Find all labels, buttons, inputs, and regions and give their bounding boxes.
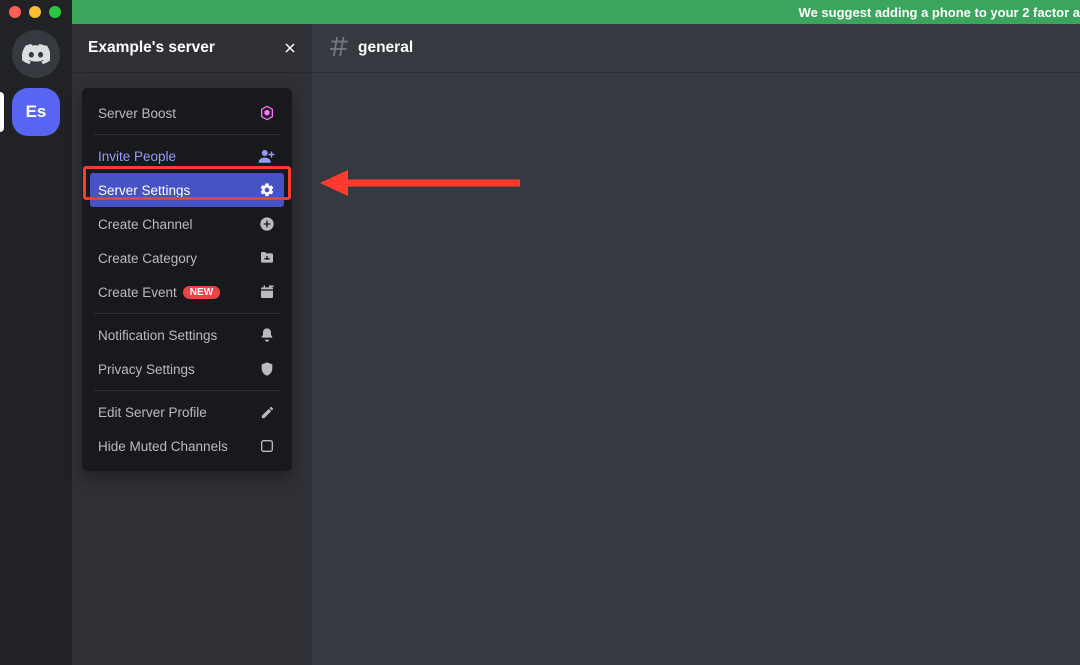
discord-logo-icon	[22, 43, 50, 65]
menu-item-invite-people[interactable]: Invite People	[90, 139, 284, 173]
menu-item-server-boost[interactable]: Server Boost	[90, 96, 284, 130]
menu-item-create-category[interactable]: Create Category	[90, 241, 284, 275]
server-name-label: Example's server	[88, 39, 215, 57]
folder-plus-icon	[258, 249, 276, 267]
channel-header: general	[312, 24, 1080, 72]
plus-circle-icon	[258, 215, 276, 233]
new-badge: NEW	[183, 286, 220, 299]
server-icon-example[interactable]: Es	[12, 88, 60, 136]
menu-item-server-settings[interactable]: Server Settings	[90, 173, 284, 207]
discord-home-button[interactable]	[12, 30, 60, 78]
banner-text: We suggest adding a phone to your 2 fact…	[799, 5, 1080, 20]
calendar-plus-icon	[258, 283, 276, 301]
menu-label: Notification Settings	[98, 328, 217, 343]
hash-icon	[328, 37, 350, 59]
boost-icon	[258, 104, 276, 122]
menu-separator	[94, 390, 280, 391]
checkbox-empty-icon	[258, 437, 276, 455]
menu-item-create-event[interactable]: Create Event NEW	[90, 275, 284, 309]
menu-label: Edit Server Profile	[98, 405, 207, 420]
menu-label: Hide Muted Channels	[98, 439, 228, 454]
channel-name-label: general	[358, 39, 413, 57]
menu-item-notification-settings[interactable]: Notification Settings	[90, 318, 284, 352]
menu-item-privacy-settings[interactable]: Privacy Settings	[90, 352, 284, 386]
bell-icon	[258, 326, 276, 344]
close-icon[interactable]	[282, 40, 298, 56]
menu-item-hide-muted-channels[interactable]: Hide Muted Channels	[90, 429, 284, 463]
menu-separator	[94, 134, 280, 135]
shield-icon	[258, 360, 276, 378]
menu-label: Create Event NEW	[98, 285, 220, 300]
menu-item-edit-server-profile[interactable]: Edit Server Profile	[90, 395, 284, 429]
menu-label: Server Boost	[98, 106, 176, 121]
menu-label: Privacy Settings	[98, 362, 195, 377]
menu-label: Create Category	[98, 251, 197, 266]
close-window-icon[interactable]	[9, 6, 21, 18]
server-dropdown-menu: Server Boost Invite People Server Settin…	[82, 88, 292, 471]
maximize-window-icon[interactable]	[49, 6, 61, 18]
menu-separator	[94, 313, 280, 314]
gear-icon	[258, 181, 276, 199]
pencil-icon	[258, 403, 276, 421]
mfa-suggestion-banner[interactable]: We suggest adding a phone to your 2 fact…	[72, 0, 1080, 24]
menu-label: Create Channel	[98, 217, 193, 232]
server-name-header[interactable]: Example's server	[72, 24, 312, 72]
menu-label: Server Settings	[98, 183, 190, 198]
main-content: general	[312, 0, 1080, 665]
server-initials: Es	[26, 102, 47, 122]
window-controls[interactable]	[9, 6, 61, 18]
menu-item-create-channel[interactable]: Create Channel	[90, 207, 284, 241]
menu-label: Invite People	[98, 149, 176, 164]
minimize-window-icon[interactable]	[29, 6, 41, 18]
server-rail: Es	[0, 0, 72, 665]
invite-people-icon	[258, 147, 276, 165]
